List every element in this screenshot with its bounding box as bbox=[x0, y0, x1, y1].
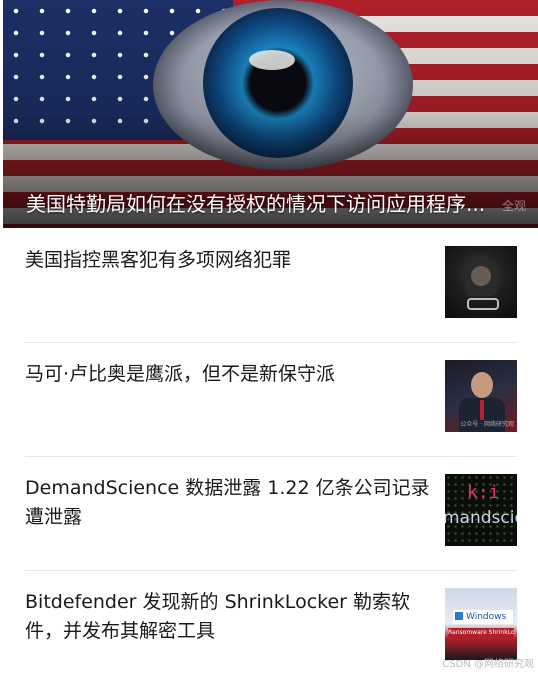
face-image bbox=[471, 266, 491, 286]
article-title[interactable]: DemandScience 数据泄露 1.22 亿条公司记录遭泄露 bbox=[25, 474, 437, 532]
portrait-image bbox=[471, 372, 493, 398]
thumbnail-logo: k:i bbox=[467, 482, 500, 503]
list-item[interactable]: 美国指控黑客犯有多项网络犯罪 bbox=[25, 228, 517, 343]
ransomware-band: Ransomware ShrinkLocker bbox=[448, 628, 514, 638]
article-thumbnail[interactable]: Windows Ransomware ShrinkLocker bbox=[445, 588, 517, 660]
thumbnail-wordmark: mandscie bbox=[445, 508, 517, 528]
article-title[interactable]: Bitdefender 发现新的 ShrinkLocker 勒索软件，并发布其解… bbox=[25, 588, 437, 646]
windows-logo-icon bbox=[455, 612, 463, 620]
article-thumbnail[interactable]: k:i mandscie bbox=[445, 474, 517, 546]
windows-label-text: Windows bbox=[466, 612, 507, 622]
article-title[interactable]: 美国指控黑客犯有多项网络犯罪 bbox=[25, 246, 437, 275]
article-thumbnail[interactable] bbox=[445, 246, 517, 318]
article-title[interactable]: 马可·卢比奥是鹰派，但不是新保守派 bbox=[25, 360, 437, 389]
article-thumbnail[interactable]: 公众号 · 网络研究观 bbox=[445, 360, 517, 432]
footer-watermark: CSDN @网络研究观 bbox=[442, 659, 534, 670]
banner-watermark: 全观 bbox=[501, 199, 526, 213]
list-item[interactable]: 马可·卢比奥是鹰派，但不是新保守派 公众号 · 网络研究观 bbox=[25, 342, 517, 457]
thumbnail-watermark: 公众号 · 网络研究观 bbox=[460, 421, 514, 428]
featured-article-title[interactable]: 美国特勤局如何在没有授权的情况下访问应用程序... bbox=[26, 190, 518, 218]
featured-article-banner[interactable]: 美国特勤局如何在没有授权的情况下访问应用程序... 全观 bbox=[3, 0, 538, 228]
list-item[interactable]: DemandScience 数据泄露 1.22 亿条公司记录遭泄露 k:i ma… bbox=[25, 456, 517, 571]
handcuffs-icon bbox=[467, 298, 499, 310]
windows-label: Windows bbox=[453, 610, 513, 624]
tie-image bbox=[480, 400, 484, 420]
